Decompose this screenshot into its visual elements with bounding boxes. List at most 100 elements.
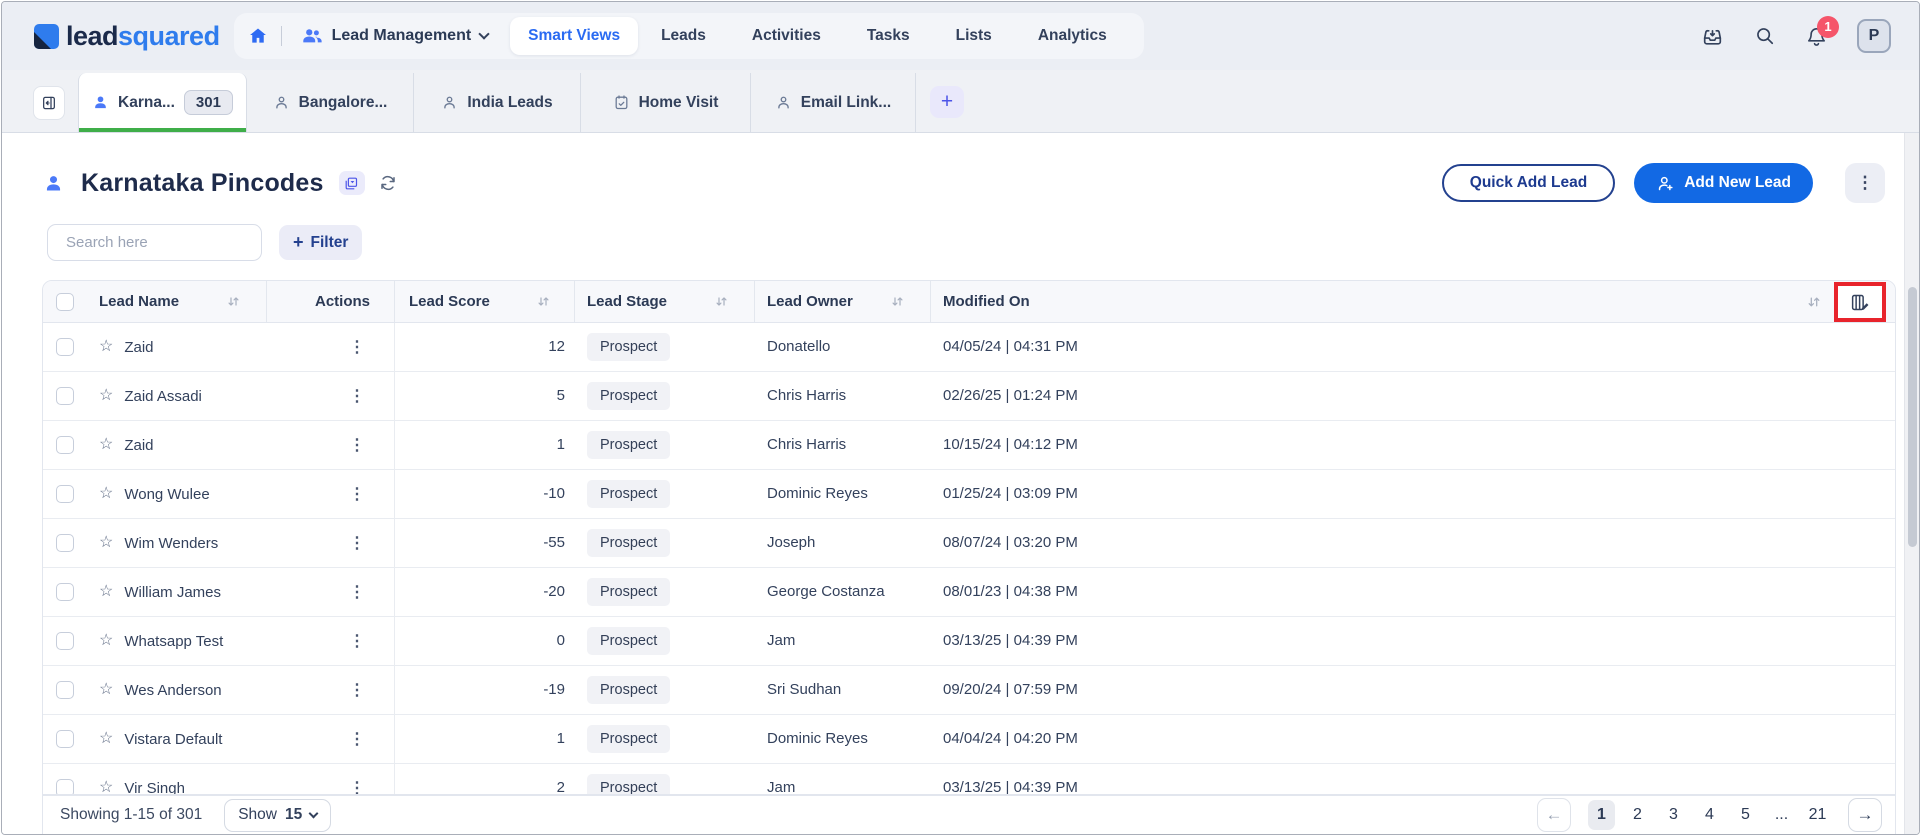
- lead-name[interactable]: Wim Wenders: [124, 535, 218, 552]
- star-icon[interactable]: ☆: [99, 584, 113, 600]
- page-more-options-kebab-icon[interactable]: ⋮: [1845, 163, 1885, 203]
- row-checkbox[interactable]: [56, 436, 74, 454]
- home-icon[interactable]: [248, 26, 268, 46]
- nav-item-activities[interactable]: Activities: [729, 17, 844, 55]
- pagination-page[interactable]: 3: [1660, 800, 1687, 830]
- chevron-down-icon: [478, 28, 490, 40]
- pagination-page[interactable]: 2: [1624, 800, 1651, 830]
- tab-bangalore[interactable]: Bangalore...: [247, 73, 414, 132]
- lead-name[interactable]: Wes Anderson: [124, 682, 221, 699]
- lead-stage-badge: Prospect: [587, 382, 671, 410]
- star-icon[interactable]: ☆: [99, 682, 113, 698]
- tab-home-visit[interactable]: Home Visit: [581, 73, 751, 132]
- star-icon[interactable]: ☆: [99, 780, 113, 795]
- notifications-bell-icon[interactable]: 1: [1805, 15, 1839, 48]
- vertical-scrollbar-thumb[interactable]: [1908, 287, 1917, 547]
- row-actions-kebab-icon[interactable]: ⋮: [344, 435, 370, 455]
- select-all-checkbox[interactable]: [56, 292, 74, 311]
- row-checkbox[interactable]: [56, 632, 74, 650]
- row-actions-kebab-icon[interactable]: ⋮: [344, 386, 370, 406]
- row-actions-kebab-icon[interactable]: ⋮: [344, 533, 370, 553]
- nav-item-smart-views[interactable]: Smart Views: [510, 17, 639, 55]
- row-checkbox[interactable]: [56, 387, 74, 405]
- row-actions-kebab-icon[interactable]: ⋮: [344, 582, 370, 602]
- sort-icon[interactable]: [1807, 281, 1821, 322]
- user-avatar[interactable]: P: [1857, 19, 1891, 53]
- column-header-lead-name[interactable]: Lead Name: [99, 293, 179, 310]
- star-icon[interactable]: ☆: [99, 486, 113, 502]
- lead-name[interactable]: Zaid Assadi: [124, 388, 202, 405]
- collapse-panel-icon[interactable]: [33, 86, 65, 120]
- manage-columns-icon[interactable]: [1850, 292, 1871, 313]
- pagination-page[interactable]: 4: [1696, 800, 1723, 830]
- modified-on: 04/04/24 | 04:20 PM: [943, 730, 1078, 747]
- pagination-page[interactable]: 1: [1588, 800, 1615, 830]
- row-checkbox[interactable]: [56, 534, 74, 552]
- nav-item-analytics[interactable]: Analytics: [1015, 17, 1130, 55]
- tab-email-link[interactable]: Email Link...: [751, 73, 916, 132]
- search-input[interactable]: [66, 234, 265, 251]
- pagination-page[interactable]: 5: [1732, 800, 1759, 830]
- tab-india-leads[interactable]: India Leads: [414, 73, 581, 132]
- star-icon[interactable]: ☆: [99, 633, 113, 649]
- nav-item-lists[interactable]: Lists: [933, 17, 1015, 55]
- column-header-actions: Actions: [314, 293, 370, 310]
- sort-icon[interactable]: [891, 295, 904, 308]
- previous-page-button[interactable]: ←: [1537, 798, 1571, 832]
- row-actions-kebab-icon[interactable]: ⋮: [344, 484, 370, 504]
- lead-name[interactable]: Vir Singh: [124, 780, 185, 795]
- nav-item-tasks[interactable]: Tasks: [844, 17, 933, 55]
- row-actions-kebab-icon[interactable]: ⋮: [344, 680, 370, 700]
- refresh-icon[interactable]: [379, 174, 397, 192]
- row-actions-kebab-icon[interactable]: ⋮: [344, 337, 370, 357]
- row-actions-kebab-icon[interactable]: ⋮: [344, 631, 370, 651]
- column-header-modified-on[interactable]: Modified On: [943, 293, 1030, 310]
- row-actions-kebab-icon[interactable]: ⋮: [344, 778, 370, 794]
- lead-name[interactable]: Zaid: [124, 437, 153, 454]
- star-icon[interactable]: ☆: [99, 388, 113, 404]
- search-icon[interactable]: [1754, 25, 1776, 47]
- row-checkbox[interactable]: [56, 583, 74, 601]
- row-checkbox[interactable]: [56, 338, 74, 356]
- lead-name[interactable]: William James: [124, 584, 221, 601]
- star-icon[interactable]: ☆: [99, 535, 113, 551]
- star-icon[interactable]: ☆: [99, 437, 113, 453]
- lead-name[interactable]: Zaid: [124, 339, 153, 356]
- person-plus-icon: [1659, 176, 1673, 190]
- sort-icon[interactable]: [537, 295, 550, 308]
- add-new-lead-button[interactable]: Add New Lead: [1634, 163, 1813, 203]
- filter-button[interactable]: + Filter: [279, 225, 363, 260]
- pagination-page[interactable]: 21: [1804, 800, 1831, 830]
- nav-item-leads[interactable]: Leads: [638, 17, 729, 55]
- vertical-scrollbar-track[interactable]: [1904, 133, 1919, 834]
- column-header-lead-owner[interactable]: Lead Owner: [767, 293, 853, 310]
- sort-icon[interactable]: [227, 295, 240, 308]
- modified-on: 01/25/24 | 03:09 PM: [943, 485, 1078, 502]
- tab-karnataka-pincodes[interactable]: Karna... 301: [78, 73, 247, 132]
- app-window: leadsquared Lead Management Smart Views …: [1, 1, 1920, 835]
- row-checkbox[interactable]: [56, 681, 74, 699]
- next-page-button[interactable]: →: [1848, 798, 1882, 832]
- column-header-lead-stage[interactable]: Lead Stage: [587, 293, 667, 310]
- lead-name[interactable]: Vistara Default: [124, 731, 222, 748]
- row-actions-kebab-icon[interactable]: ⋮: [344, 729, 370, 749]
- view-filter-badge-icon[interactable]: [338, 171, 365, 195]
- star-icon[interactable]: ☆: [99, 339, 113, 355]
- lead-name[interactable]: Wong Wulee: [124, 486, 209, 503]
- row-checkbox[interactable]: [56, 779, 74, 794]
- pagination-page[interactable]: ...: [1768, 800, 1795, 830]
- row-checkbox[interactable]: [56, 730, 74, 748]
- quick-add-lead-button[interactable]: Quick Add Lead: [1441, 164, 1616, 202]
- lead-management-menu[interactable]: Lead Management: [295, 25, 495, 47]
- row-checkbox[interactable]: [56, 485, 74, 503]
- sort-icon[interactable]: [715, 295, 728, 308]
- star-icon[interactable]: ☆: [99, 731, 113, 747]
- page-size-dropdown[interactable]: Show 15: [224, 798, 332, 832]
- lead-score: -55: [543, 534, 565, 551]
- column-header-lead-score[interactable]: Lead Score: [409, 293, 490, 310]
- import-tray-icon[interactable]: [1700, 24, 1725, 49]
- leadsquared-logo[interactable]: leadsquared: [34, 21, 220, 52]
- add-tab-button[interactable]: +: [930, 86, 964, 118]
- table-body: ☆ Zaid ⋮ 12 Prospect Donatello 04/05/24 …: [43, 323, 1895, 795]
- lead-name[interactable]: Whatsapp Test: [124, 633, 223, 650]
